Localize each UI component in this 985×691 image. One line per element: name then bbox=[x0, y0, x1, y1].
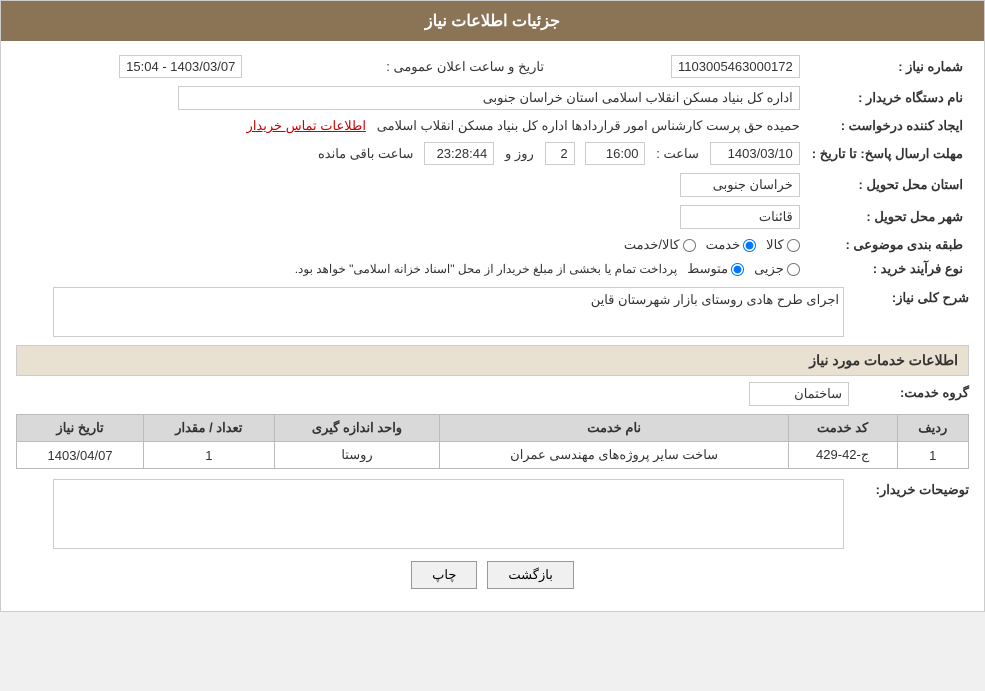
radio-khedmat-input[interactable] bbox=[743, 239, 756, 252]
sharh-kolli-row: شرح کلی نیاز: اجرای طرح هادی روستای بازا… bbox=[16, 287, 969, 337]
ersal-remaining-label: ساعت باقی مانده bbox=[318, 146, 413, 161]
row-nam-dastgah: نام دستگاه خریدار : اداره کل بنیاد مسکن … bbox=[16, 82, 969, 114]
shomare-niaz-label: شماره نیاز : bbox=[806, 51, 969, 82]
radio-mottaset: متوسط bbox=[687, 261, 744, 277]
chap-button[interactable]: چاپ bbox=[411, 561, 477, 589]
nam-dastgah-value: اداره کل بنیاد مسکن انقلاب اسلامی استان … bbox=[16, 82, 806, 114]
sharh-kolli-text: اجرای طرح هادی روستای بازار شهرستان قاین bbox=[591, 292, 839, 308]
row-mohlet-ersal: مهلت ارسال پاسخ: تا تاریخ : 1403/03/10 س… bbox=[16, 138, 969, 169]
mohlet-ersal-value: 1403/03/10 ساعت : 16:00 2 روز و 23:28:44… bbox=[16, 138, 806, 169]
noe-farayand-radio-group: جزیی متوسط پرداخت تمام یا بخشی از مبلغ خ… bbox=[22, 261, 800, 277]
nam-dastgah-box: اداره کل بنیاد مسکن انقلاب اسلامی استان … bbox=[178, 86, 800, 110]
nam-dastgah-label: نام دستگاه خریدار : bbox=[806, 82, 969, 114]
cell-radif: 1 bbox=[897, 442, 968, 469]
radio-kala: کالا bbox=[766, 237, 800, 253]
tarikh-aelaan-value: 1403/03/07 - 15:04 bbox=[16, 51, 248, 82]
tozihat-textarea[interactable] bbox=[53, 479, 844, 549]
ersal-saat-label: ساعت : bbox=[656, 146, 699, 161]
shomare-niaz-box: 1103005463000172 bbox=[671, 55, 800, 78]
row-tabaqebandi: طبقه بندی موضوعی : کالا خدمت bbox=[16, 233, 969, 257]
table-header: ردیف کد خدمت نام خدمت واحد اندازه گیری ت… bbox=[17, 415, 969, 442]
shahr-box: قائنات bbox=[680, 205, 800, 229]
grohe-khedmat-row: گروه خدمت: ساختمان bbox=[16, 382, 969, 406]
noe-farayand-note: پرداخت تمام یا بخشی از مبلغ خریدار از مح… bbox=[295, 262, 678, 276]
tabaqebandi-radio-group: کالا خدمت کالا/خدمت bbox=[22, 237, 800, 253]
grohe-khedmat-value: ساختمان bbox=[16, 382, 849, 406]
col-vahad-andaze: واحد اندازه گیری bbox=[274, 415, 440, 442]
info-table: شماره نیاز : 1103005463000172 تاریخ و سا… bbox=[16, 51, 969, 281]
radio-jozi-input[interactable] bbox=[787, 263, 800, 276]
button-row: بازگشت چاپ bbox=[16, 561, 969, 589]
table-header-row: ردیف کد خدمت نام خدمت واحد اندازه گیری ت… bbox=[17, 415, 969, 442]
cell-tedad-megdar: 1 bbox=[144, 442, 274, 469]
radio-kala-khedmat-label: کالا/خدمت bbox=[624, 237, 680, 253]
page-title: جزئیات اطلاعات نیاز bbox=[425, 13, 560, 30]
table-row: 1 ج-42-429 ساخت سایر پروژه‌های مهندسی عم… bbox=[17, 442, 969, 469]
radio-kala-input[interactable] bbox=[787, 239, 800, 252]
page-wrapper: جزئیات اطلاعات نیاز شماره نیاز : 1103005… bbox=[0, 0, 985, 612]
noe-farayand-options: جزیی متوسط پرداخت تمام یا بخشی از مبلغ خ… bbox=[16, 257, 806, 281]
sharh-kolli-label: شرح کلی نیاز: bbox=[849, 287, 969, 306]
radio-kala-label: کالا bbox=[766, 237, 784, 253]
ostan-label: استان محل تحویل : bbox=[806, 169, 969, 201]
tarikh-aelaan-box: 1403/03/07 - 15:04 bbox=[119, 55, 242, 78]
page-header: جزئیات اطلاعات نیاز bbox=[1, 1, 984, 41]
ostan-box: خراسان جنوبی bbox=[680, 173, 800, 197]
row-ostan: استان محل تحویل : خراسان جنوبی bbox=[16, 169, 969, 201]
tarikh-aelaan-label: تاریخ و ساعت اعلان عمومی : bbox=[248, 51, 564, 82]
radio-khedmat: خدمت bbox=[706, 237, 757, 253]
radio-khedmat-label: خدمت bbox=[706, 237, 741, 253]
contact-info-link[interactable]: اطلاعات تماس خریدار bbox=[247, 118, 366, 133]
bazgasht-button[interactable]: بازگشت bbox=[487, 561, 573, 589]
radio-jozi-label: جزیی bbox=[754, 261, 784, 277]
radio-mottaset-label: متوسط bbox=[687, 261, 728, 277]
grohe-khedmat-box: ساختمان bbox=[749, 382, 849, 406]
ijad-konande-text: حمیده حق پرست کارشناس امور قراردادها ادا… bbox=[377, 118, 800, 133]
radio-mottaset-input[interactable] bbox=[731, 263, 744, 276]
row-shahr: شهر محل تحویل : قائنات bbox=[16, 201, 969, 233]
sharh-kolli-value: اجرای طرح هادی روستای بازار شهرستان قاین bbox=[16, 287, 849, 337]
services-table: ردیف کد خدمت نام خدمت واحد اندازه گیری ت… bbox=[16, 414, 969, 469]
mohlet-ersal-label: مهلت ارسال پاسخ: تا تاریخ : bbox=[806, 138, 969, 169]
col-kod-khedmat: کد خدمت bbox=[788, 415, 897, 442]
shahr-value: قائنات bbox=[16, 201, 806, 233]
ostan-value: خراسان جنوبی bbox=[16, 169, 806, 201]
tabaqebandi-options: کالا خدمت کالا/خدمت bbox=[16, 233, 806, 257]
ersal-saat-box: 16:00 bbox=[585, 142, 645, 165]
col-tedad-megdar: تعداد / مقدار bbox=[144, 415, 274, 442]
ersal-date-box: 1403/03/10 bbox=[710, 142, 800, 165]
shahr-label: شهر محل تحویل : bbox=[806, 201, 969, 233]
ersal-countdown-box: 23:28:44 bbox=[424, 142, 494, 165]
tozihat-row: توضیحات خریدار: bbox=[16, 479, 969, 549]
sharh-kolli-area: اجرای طرح هادی روستای بازار شهرستان قاین bbox=[16, 287, 849, 337]
row-shomare-tarikh: شماره نیاز : 1103005463000172 تاریخ و سا… bbox=[16, 51, 969, 82]
row-ijad-konande: ایجاد کننده درخواست : حمیده حق پرست کارش… bbox=[16, 114, 969, 138]
content-area: شماره نیاز : 1103005463000172 تاریخ و سا… bbox=[1, 41, 984, 611]
table-body: 1 ج-42-429 ساخت سایر پروژه‌های مهندسی عم… bbox=[17, 442, 969, 469]
cell-nam-khedmat: ساخت سایر پروژه‌های مهندسی عمران bbox=[440, 442, 788, 469]
cell-kod-khedmat: ج-42-429 bbox=[788, 442, 897, 469]
col-nam-khedmat: نام خدمت bbox=[440, 415, 788, 442]
radio-kala-khedmat-input[interactable] bbox=[683, 239, 696, 252]
tozihat-value bbox=[16, 479, 849, 549]
noe-farayand-label: نوع فرآیند خرید : bbox=[806, 257, 969, 281]
radio-jozi: جزیی bbox=[754, 261, 800, 277]
tozihat-label: توضیحات خریدار: bbox=[849, 479, 969, 498]
row-noe-farayand: نوع فرآیند خرید : جزیی متوسط پرداخت تمام… bbox=[16, 257, 969, 281]
cell-tarikh-niaz: 1403/04/07 bbox=[17, 442, 144, 469]
shomare-niaz-value: 1103005463000172 bbox=[564, 51, 806, 82]
ersal-rooz-box: 2 bbox=[545, 142, 575, 165]
radio-kala-khedmat: کالا/خدمت bbox=[624, 237, 696, 253]
ijad-konande-value: حمیده حق پرست کارشناس امور قراردادها ادا… bbox=[16, 114, 806, 138]
grohe-khedmat-label: گروه خدمت: bbox=[849, 382, 969, 401]
ersal-rooz-label: روز و bbox=[505, 146, 534, 161]
tabaqebandi-label: طبقه بندی موضوعی : bbox=[806, 233, 969, 257]
ijad-konande-label: ایجاد کننده درخواست : bbox=[806, 114, 969, 138]
col-radif: ردیف bbox=[897, 415, 968, 442]
khadamat-section-header: اطلاعات خدمات مورد نیاز bbox=[16, 345, 969, 376]
cell-vahad-andaze: روستا bbox=[274, 442, 440, 469]
col-tarikh-niaz: تاریخ نیاز bbox=[17, 415, 144, 442]
